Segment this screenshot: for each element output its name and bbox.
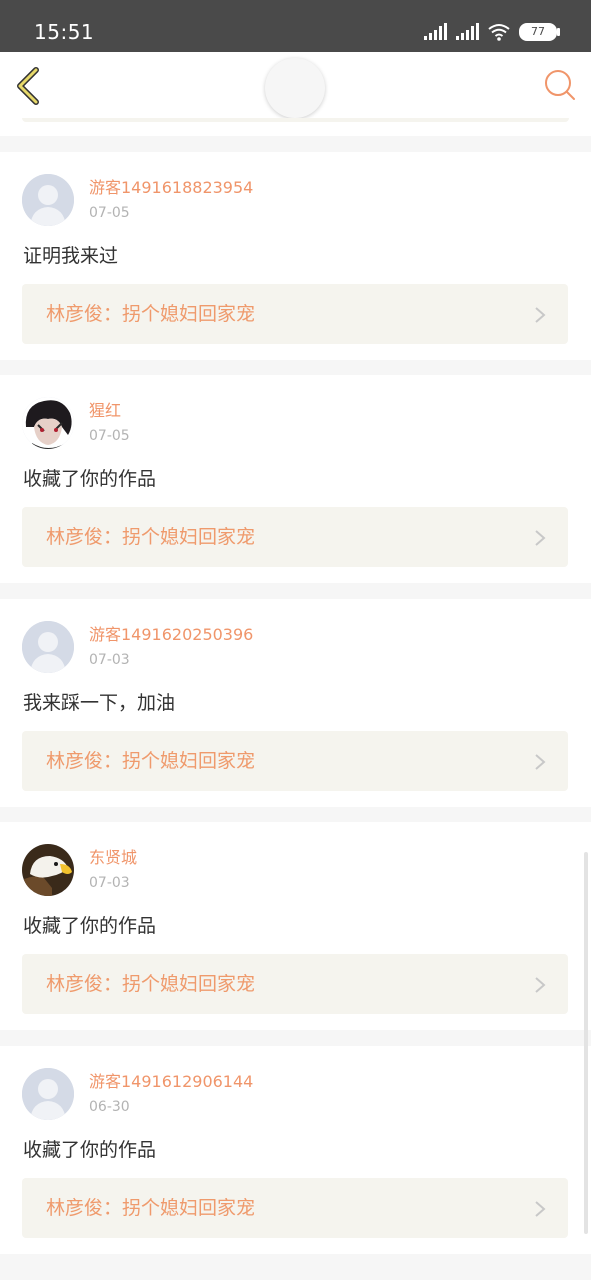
comment-date: 07-05 [89, 205, 130, 221]
anime-avatar-image [22, 397, 74, 449]
comment-username[interactable]: 猩红 [89, 401, 121, 421]
comment-card: 猩红 07-05 收藏了你的作品 林彦俊：拐个媳妇回家宠 [0, 375, 591, 583]
eagle-avatar-image [22, 844, 74, 896]
comment-text: 我来踩一下，加油 [23, 692, 176, 714]
search-icon[interactable] [543, 68, 577, 102]
chevron-right-icon [535, 530, 546, 546]
partial-card [0, 118, 591, 136]
quoted-work-link[interactable]: 林彦俊：拐个媳妇回家宠 [22, 507, 568, 567]
status-bar: 15:51 77 [0, 0, 591, 52]
quoted-work-title: 林彦俊：拐个媳妇回家宠 [46, 973, 256, 995]
default-avatar[interactable] [22, 621, 74, 673]
user-silhouette-icon [22, 621, 74, 673]
quoted-work-title: 林彦俊：拐个媳妇回家宠 [46, 303, 256, 325]
comment-card: 游客1491612906144 06-30 收藏了你的作品 林彦俊：拐个媳妇回家… [0, 1046, 591, 1254]
chevron-right-icon [535, 1201, 546, 1217]
cell-signal-icon [424, 23, 447, 40]
default-avatar[interactable] [22, 1068, 74, 1120]
battery-icon: 77 [519, 23, 560, 41]
default-avatar[interactable] [22, 174, 74, 226]
quoted-work-link[interactable]: 林彦俊：拐个媳妇回家宠 [22, 1178, 568, 1238]
back-chevron-icon[interactable] [12, 66, 46, 106]
comment-date: 07-05 [89, 428, 130, 444]
eagle-avatar[interactable] [22, 844, 74, 896]
comment-username[interactable]: 游客1491620250396 [89, 625, 253, 645]
cell-signal-icon-2 [456, 23, 479, 40]
user-silhouette-icon [22, 174, 74, 226]
comment-username[interactable]: 游客1491618823954 [89, 178, 253, 198]
chevron-right-icon [535, 307, 546, 323]
author-avatar[interactable] [265, 58, 325, 118]
user-silhouette-icon [22, 1068, 74, 1120]
quoted-work-title: 林彦俊：拐个媳妇回家宠 [46, 526, 256, 548]
top-nav-bar [0, 52, 591, 119]
comment-date: 07-03 [89, 875, 130, 891]
quoted-work-link[interactable]: 林彦俊：拐个媳妇回家宠 [22, 954, 568, 1014]
status-time: 15:51 [34, 20, 95, 44]
comment-text: 收藏了你的作品 [23, 1139, 157, 1161]
comment-date: 06-30 [89, 1099, 130, 1115]
comment-text: 收藏了你的作品 [23, 915, 157, 937]
comment-text: 证明我来过 [23, 245, 119, 267]
chevron-right-icon [535, 977, 546, 993]
status-icons: 77 [423, 20, 560, 44]
anime-avatar[interactable] [22, 397, 74, 449]
comment-text: 收藏了你的作品 [23, 468, 157, 490]
wifi-icon [488, 24, 510, 41]
comment-date: 07-03 [89, 652, 130, 668]
comment-username[interactable]: 游客1491612906144 [89, 1072, 253, 1092]
scrollbar[interactable] [584, 852, 588, 1234]
quoted-work-title: 林彦俊：拐个媳妇回家宠 [46, 750, 256, 772]
comment-card: 东贤城 07-03 收藏了你的作品 林彦俊：拐个媳妇回家宠 [0, 822, 591, 1030]
quoted-work-link[interactable]: 林彦俊：拐个媳妇回家宠 [22, 284, 568, 344]
quoted-work-link[interactable]: 林彦俊：拐个媳妇回家宠 [22, 731, 568, 791]
quoted-work-title: 林彦俊：拐个媳妇回家宠 [46, 1197, 256, 1219]
comment-card: 游客1491620250396 07-03 我来踩一下，加油 林彦俊：拐个媳妇回… [0, 599, 591, 807]
chevron-right-icon [535, 754, 546, 770]
comment-card: 游客1491618823954 07-05 证明我来过 林彦俊：拐个媳妇回家宠 [0, 152, 591, 360]
comment-username[interactable]: 东贤城 [89, 848, 137, 868]
